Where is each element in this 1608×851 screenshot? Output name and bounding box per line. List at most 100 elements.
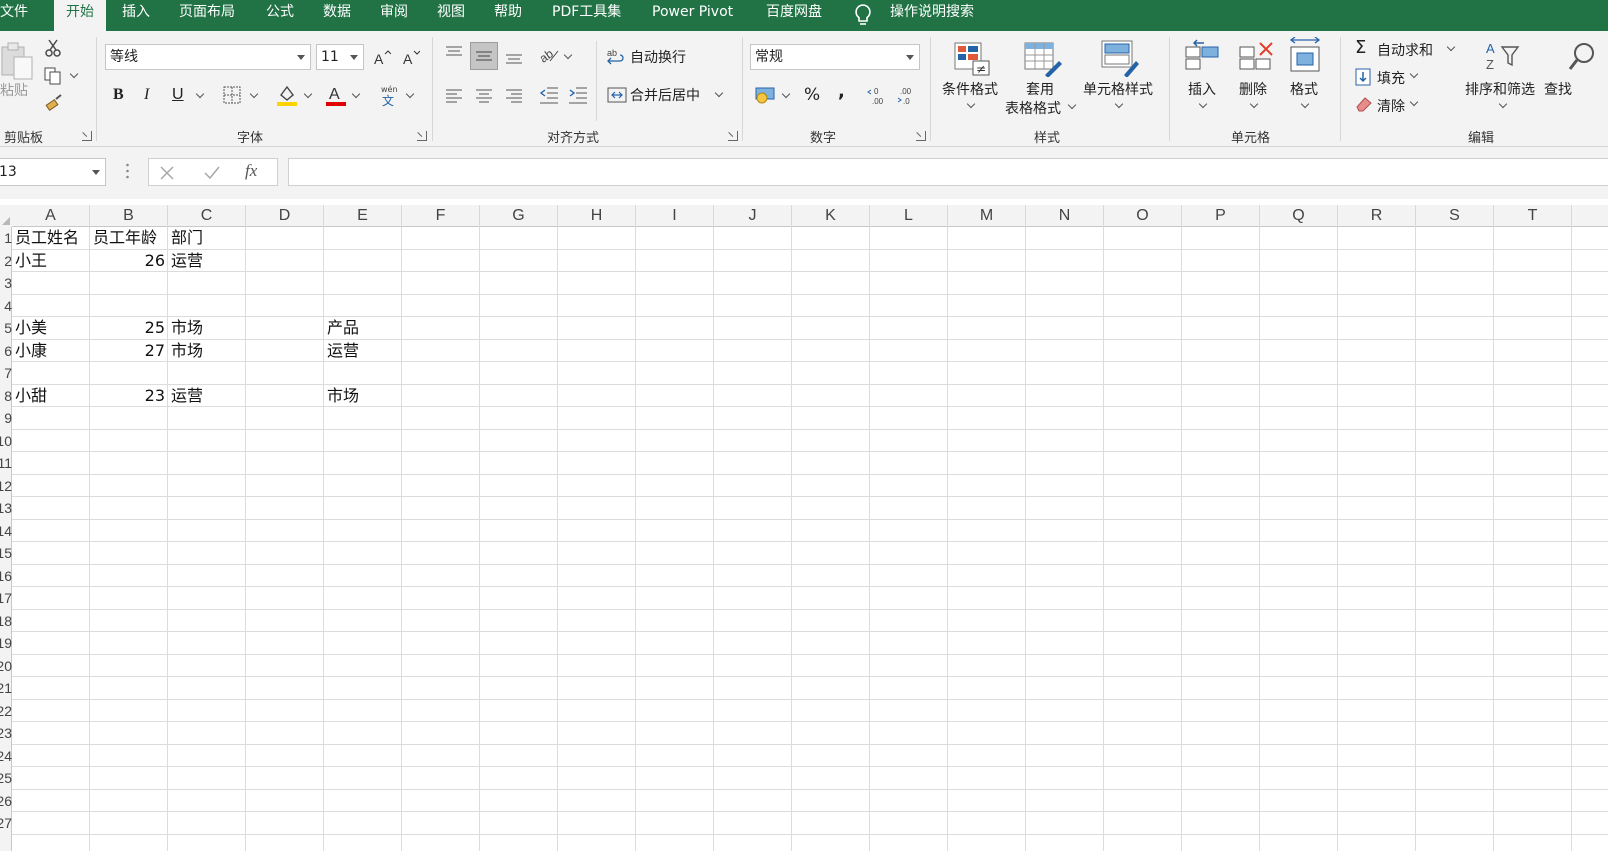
increase-indent-icon[interactable] (567, 85, 589, 105)
align-right-icon[interactable] (504, 87, 524, 105)
row-header-20[interactable]: 20 (0, 655, 12, 678)
accounting-format-icon[interactable] (754, 84, 778, 106)
format-cells-button[interactable]: 格式 (1290, 79, 1318, 99)
tab-formulas[interactable]: 公式 (266, 0, 294, 31)
row-header-23[interactable]: 23 (0, 722, 12, 745)
row-header-16[interactable]: 16 (0, 565, 12, 588)
row-header-11[interactable]: 11 (0, 452, 12, 475)
column-header-t[interactable]: T (1494, 205, 1572, 227)
column-header-l[interactable]: L (870, 205, 948, 227)
alignment-launcher-icon[interactable] (728, 131, 738, 141)
cell-b8[interactable]: 23 (90, 385, 168, 407)
enter-icon[interactable] (203, 165, 221, 181)
column-header-d[interactable]: D (246, 205, 324, 227)
column-header-e[interactable]: E (324, 205, 402, 227)
paste-icon[interactable] (0, 41, 34, 81)
row-header-1[interactable]: 1 (0, 227, 12, 250)
name-box[interactable]: 13 (0, 158, 106, 186)
tab-baidu-netdisk[interactable]: 百度网盘 (766, 0, 822, 31)
fill-down-icon[interactable] (1355, 68, 1371, 86)
column-header-n[interactable]: N (1026, 205, 1104, 227)
conditional-formatting-icon[interactable]: ≠ (953, 41, 991, 77)
column-header-k[interactable]: K (792, 205, 870, 227)
decrease-font-size-icon[interactable]: A (402, 49, 420, 67)
worksheet-grid[interactable]: ABCDEFGHIJKLMNOPQRST 1 2 3 4 5 6 7 8 9 10 11 12 13 14… (0, 205, 1608, 851)
phonetic-dropdown-icon[interactable] (405, 89, 415, 99)
orientation-dropdown-icon[interactable] (563, 50, 573, 60)
cell-a6[interactable]: 小康 (12, 340, 90, 362)
insert-dropdown-icon[interactable] (1198, 99, 1208, 109)
row-header-8[interactable]: 8 (0, 385, 12, 408)
tab-data[interactable]: 数据 (323, 0, 351, 31)
align-middle-button[interactable] (470, 42, 498, 70)
cell-c5[interactable]: 市场 (168, 317, 246, 339)
italic-button[interactable]: I (144, 86, 149, 104)
row-header-2[interactable]: 2 (0, 250, 12, 273)
format-dropdown-icon[interactable] (1300, 99, 1310, 109)
cell-styles-dropdown-icon[interactable] (1114, 99, 1124, 109)
orientation-icon[interactable]: ab (538, 45, 560, 65)
row-header-6[interactable]: 6 (0, 340, 12, 363)
autosum-button[interactable]: 自动求和 (1377, 40, 1433, 60)
row-header-7[interactable]: 7 (0, 362, 12, 385)
format-cells-icon[interactable] (1287, 37, 1325, 75)
font-color-icon[interactable]: A (324, 83, 348, 107)
cell-e8[interactable]: 市场 (324, 385, 402, 407)
wrap-text-icon[interactable]: ab (606, 47, 626, 67)
decrease-indent-icon[interactable] (538, 85, 560, 105)
row-header-19[interactable]: 19 (0, 632, 12, 655)
formula-bar-grip-icon[interactable] (126, 163, 129, 179)
row-header-24[interactable]: 24 (0, 745, 12, 768)
copy-icon[interactable] (44, 67, 62, 85)
cell-c2[interactable]: 运营 (168, 250, 246, 272)
row-header-17[interactable]: 17 (0, 587, 12, 610)
align-left-icon[interactable] (444, 87, 464, 105)
font-launcher-icon[interactable] (417, 131, 427, 141)
cell-c6[interactable]: 市场 (168, 340, 246, 362)
autosum-dropdown-icon[interactable] (1446, 42, 1456, 52)
row-header-25[interactable]: 25 (0, 767, 12, 790)
row-header-21[interactable]: 21 (0, 677, 12, 700)
accounting-dropdown-icon[interactable] (781, 89, 791, 99)
tab-review[interactable]: 审阅 (380, 0, 408, 31)
tab-home[interactable]: 开始 (54, 0, 106, 32)
cell-b5[interactable]: 25 (90, 317, 168, 339)
tab-insert[interactable]: 插入 (122, 0, 150, 31)
font-name-combo[interactable]: 等线 (105, 44, 311, 70)
cell-b2[interactable]: 26 (90, 250, 168, 272)
column-header-a[interactable]: A (12, 205, 90, 227)
font-color-dropdown-icon[interactable] (351, 89, 361, 99)
clear-button[interactable]: 清除 (1377, 96, 1405, 116)
phonetic-guide-icon[interactable]: wén 文 (378, 83, 400, 107)
column-header-g[interactable]: G (480, 205, 558, 227)
comma-style-button[interactable]: , (838, 81, 845, 102)
copy-dropdown-icon[interactable] (69, 69, 79, 79)
font-size-combo[interactable]: 11 (316, 44, 364, 70)
conditional-dropdown-icon[interactable] (966, 99, 976, 109)
clipboard-launcher-icon[interactable] (82, 131, 92, 141)
cell-a8[interactable]: 小甜 (12, 385, 90, 407)
cell-c1[interactable]: 部门 (168, 227, 246, 249)
row-header-15[interactable]: 15 (0, 542, 12, 565)
increase-font-size-icon[interactable]: A (373, 49, 391, 67)
tab-pdf-tools[interactable]: PDF工具集 (552, 0, 621, 31)
column-header-c[interactable]: C (168, 205, 246, 227)
delete-dropdown-icon[interactable] (1249, 99, 1259, 109)
fill-dropdown-icon[interactable] (1409, 69, 1419, 79)
align-bottom-icon[interactable] (504, 49, 524, 67)
row-header-14[interactable]: 14 (0, 520, 12, 543)
format-as-table-button[interactable]: 表格格式 (1005, 98, 1061, 118)
conditional-formatting-button[interactable]: 条件格式 (942, 79, 998, 99)
find-select-icon[interactable] (1568, 39, 1598, 75)
cancel-icon[interactable] (159, 165, 175, 181)
column-header-r[interactable]: R (1338, 205, 1416, 227)
format-as-table-dropdown-icon[interactable] (1067, 100, 1077, 110)
bold-button[interactable]: B (113, 86, 124, 104)
row-header-4[interactable]: 4 (0, 295, 12, 318)
borders-dropdown-icon[interactable] (249, 89, 259, 99)
column-header-f[interactable]: F (402, 205, 480, 227)
number-format-combo[interactable]: 常规 (750, 44, 920, 70)
column-header-h[interactable]: H (558, 205, 636, 227)
format-as-table-label-1[interactable]: 套用 (1026, 79, 1054, 99)
row-header-5[interactable]: 5 (0, 317, 12, 340)
